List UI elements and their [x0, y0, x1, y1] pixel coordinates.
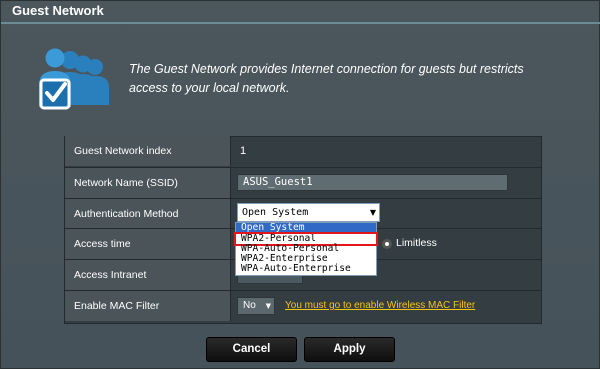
auth-method-select[interactable]: Open System ▼	[237, 203, 380, 222]
enable-mac-filter-link[interactable]: You must go to enable Wireless MAC Filte…	[285, 300, 475, 311]
cancel-button[interactable]: Cancel	[206, 337, 297, 362]
auth-method-dropdown-list: Open System WPA2-Personal WPA-Auto-Perso…	[234, 222, 378, 276]
row-mac-filter: Enable MAC Filter No ▼ You must go to en…	[65, 290, 541, 321]
apply-button[interactable]: Apply	[304, 337, 395, 362]
limitless-radio[interactable]	[382, 239, 392, 249]
mac-filter-label: Enable MAC Filter	[65, 291, 231, 321]
dropdown-option[interactable]: WPA-Auto-Enterprise	[236, 264, 376, 274]
guest-network-panel: Guest Network The Guest Network provides…	[0, 0, 600, 369]
chevron-down-icon: ▼	[369, 208, 376, 217]
mac-filter-select[interactable]: No ▼	[237, 297, 275, 315]
guest-users-check-icon	[25, 47, 115, 126]
title-divider	[1, 22, 600, 24]
auth-method-selected: Open System	[242, 207, 309, 218]
mac-filter-value: No	[243, 300, 256, 311]
ssid-label: Network Name (SSID)	[65, 168, 231, 198]
access-time-label: Access time	[65, 229, 231, 259]
row-ssid: Network Name (SSID) ASUS_Guest1	[65, 167, 541, 198]
index-value: 1	[240, 145, 247, 157]
ssid-input[interactable]: ASUS_Guest1	[237, 174, 508, 191]
limitless-label: Limitless	[396, 237, 437, 249]
auth-method-label: Authentication Method	[65, 199, 231, 229]
page-title: Guest Network	[12, 3, 104, 18]
row-guest-network-index: Guest Network index 1	[65, 136, 541, 166]
access-intranet-label: Access Intranet	[65, 260, 231, 290]
dropdown-option[interactable]: Open System	[236, 223, 376, 233]
chevron-down-icon: ▼	[265, 302, 271, 310]
index-label: Guest Network index	[65, 136, 231, 166]
guest-network-description: The Guest Network provides Internet conn…	[129, 62, 524, 95]
